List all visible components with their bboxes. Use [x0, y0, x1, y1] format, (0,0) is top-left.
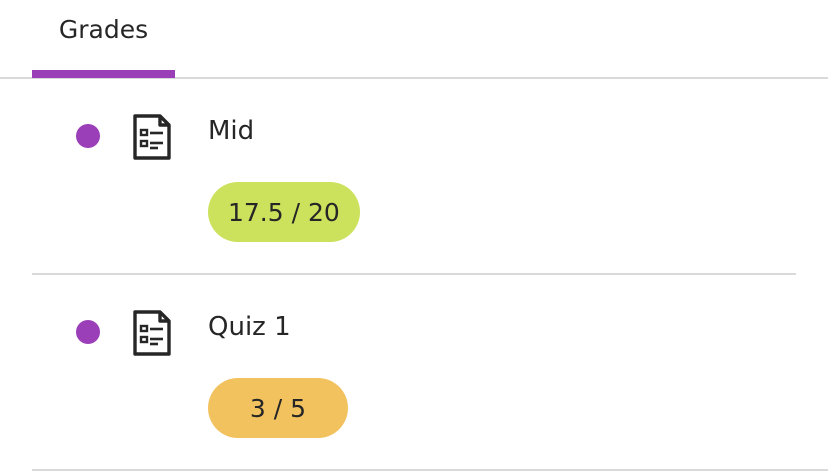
unread-indicator-dot — [76, 124, 100, 148]
grade-item-title[interactable]: Mid — [208, 116, 254, 146]
unread-indicator-dot — [76, 320, 100, 344]
score-badge: 3 / 5 — [208, 378, 348, 438]
document-icon — [133, 114, 171, 160]
tab-grades-label: Grades — [58, 15, 149, 44]
grade-item-mid[interactable]: Mid 17.5 / 20 — [32, 79, 796, 275]
grade-item-title[interactable]: Quiz 1 — [208, 312, 291, 342]
grades-list: Mid 17.5 / 20 Quiz 1 3 / 5 — [0, 79, 828, 471]
tab-grades[interactable]: Grades — [32, 0, 175, 79]
active-tab-indicator — [32, 70, 175, 78]
score-badge: 17.5 / 20 — [208, 182, 360, 242]
grade-item-quiz-1[interactable]: Quiz 1 3 / 5 — [32, 275, 828, 471]
document-icon — [133, 310, 171, 356]
tab-bar: Grades — [0, 0, 828, 79]
